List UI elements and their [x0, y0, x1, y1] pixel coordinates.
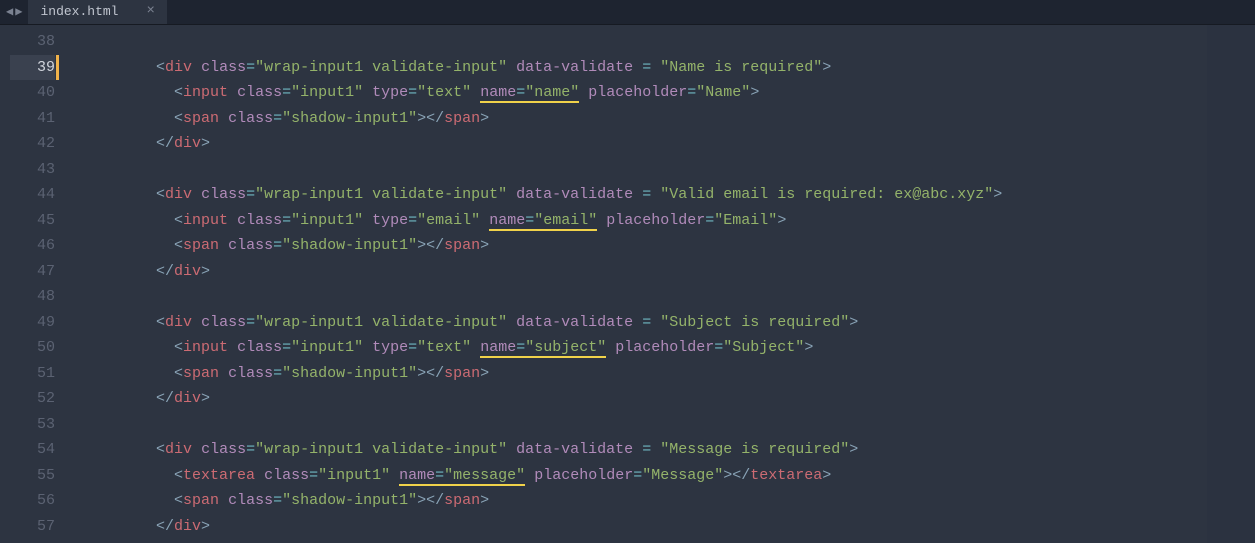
- nav-arrows: ◀ ▶: [0, 0, 28, 24]
- line-number: 48: [10, 284, 55, 310]
- minimap[interactable]: [1207, 25, 1255, 543]
- nav-back-icon[interactable]: ◀: [6, 2, 13, 22]
- tab-index-html[interactable]: index.html ×: [28, 0, 166, 24]
- line-number: 38: [10, 29, 55, 55]
- line-number-gutter: 3839404142434445464748495051525354555657: [0, 25, 74, 543]
- editor-area: 3839404142434445464748495051525354555657…: [0, 25, 1255, 543]
- line-number: 43: [10, 157, 55, 183]
- tab-bar: ◀ ▶ index.html ×: [0, 0, 1255, 25]
- line-number: 46: [10, 233, 55, 259]
- nav-forward-icon[interactable]: ▶: [15, 2, 22, 22]
- line-number: 39: [10, 55, 55, 81]
- line-number: 44: [10, 182, 55, 208]
- line-number: 45: [10, 208, 55, 234]
- line-number: 40: [10, 80, 55, 106]
- close-icon[interactable]: ×: [146, 0, 154, 24]
- line-number: 57: [10, 514, 55, 540]
- line-number: 50: [10, 335, 55, 361]
- tab-title: index.html: [40, 1, 118, 23]
- line-number: 53: [10, 412, 55, 438]
- line-number: 56: [10, 488, 55, 514]
- line-number: 55: [10, 463, 55, 489]
- code-content[interactable]: <div class="wrap-input1 validate-input" …: [74, 25, 1207, 543]
- line-number: 42: [10, 131, 55, 157]
- editor-window: ◀ ▶ index.html × 38394041424344454647484…: [0, 0, 1255, 543]
- line-number: 41: [10, 106, 55, 132]
- line-number: 54: [10, 437, 55, 463]
- line-number: 51: [10, 361, 55, 387]
- line-number: 49: [10, 310, 55, 336]
- line-number: 47: [10, 259, 55, 285]
- line-number: 52: [10, 386, 55, 412]
